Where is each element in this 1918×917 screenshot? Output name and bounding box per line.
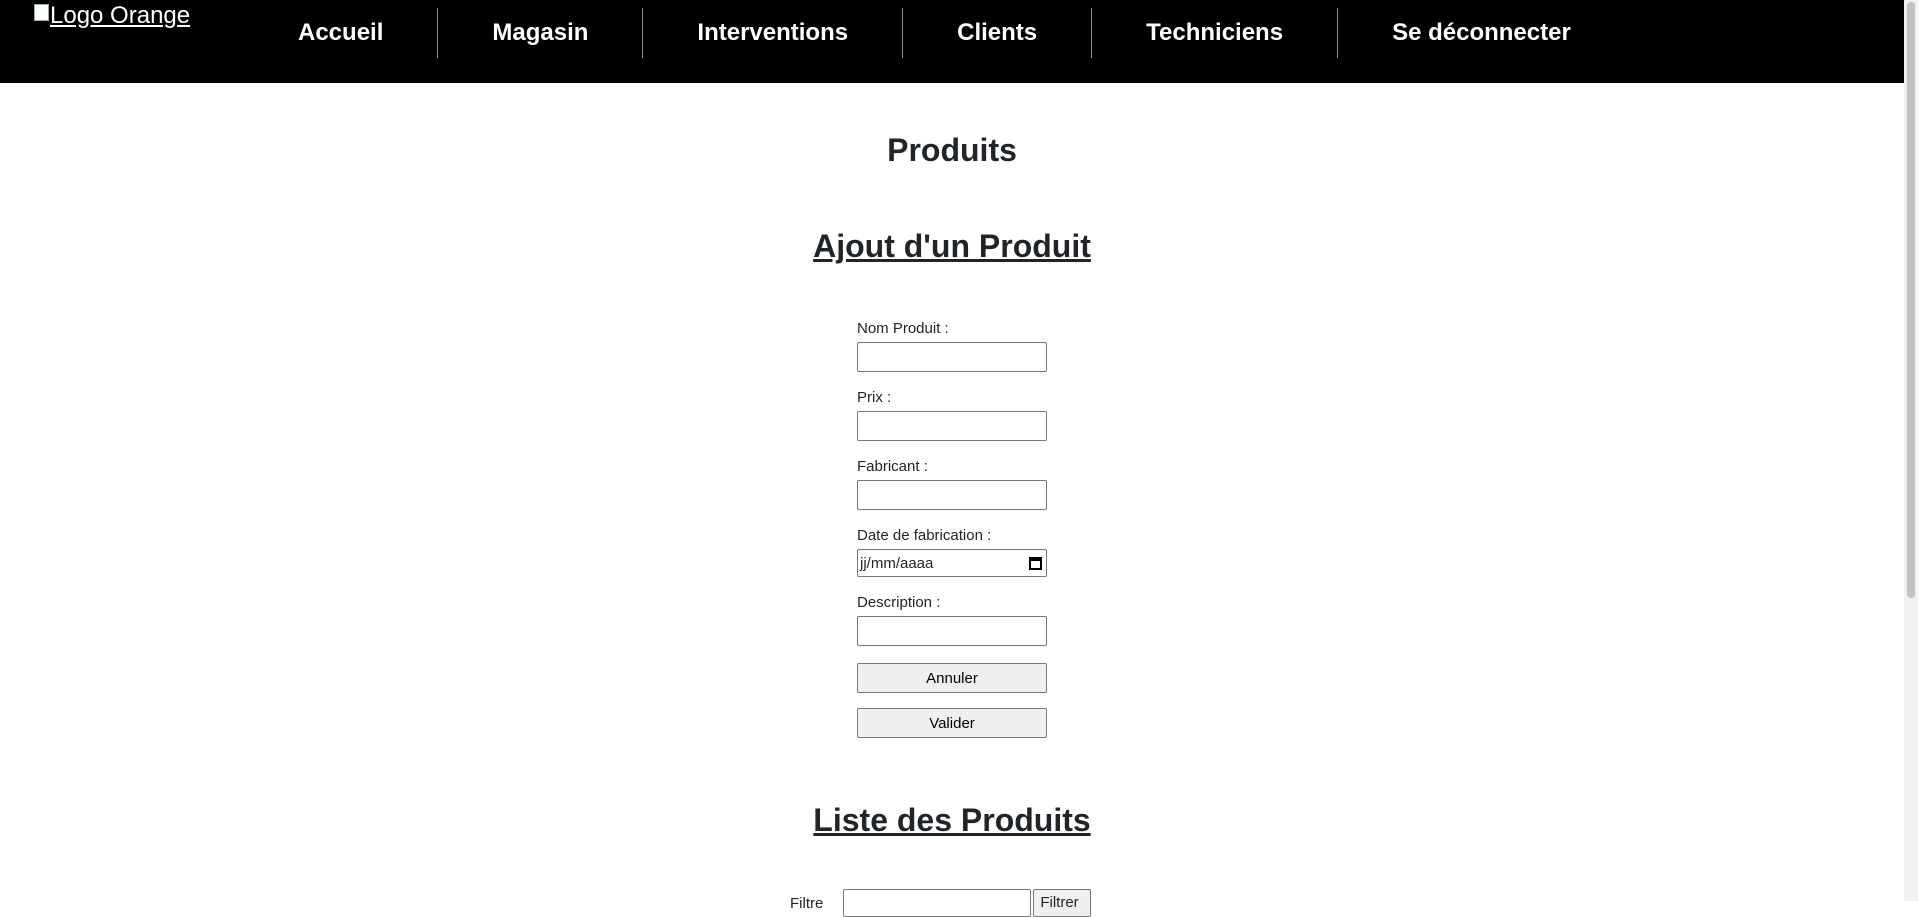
field-manufacture-date: Date de fabrication : jj/mm/aaaa [857, 527, 1047, 577]
description-input[interactable] [857, 616, 1047, 646]
nav-item-logout[interactable]: Se déconnecter [1338, 8, 1625, 58]
nav-item-magasin[interactable]: Magasin [438, 8, 642, 58]
manufacture-date-input[interactable]: jj/mm/aaaa [857, 549, 1047, 577]
product-name-label: Nom Produit : [857, 320, 949, 337]
logo-link[interactable]: Logo Orange [34, 2, 190, 30]
add-product-title: Ajout d'un Produit [813, 228, 1091, 264]
nav-item-accueil[interactable]: Accueil [244, 8, 437, 58]
product-list-title: Liste des Produits [813, 802, 1091, 838]
submit-button[interactable]: Valider [857, 708, 1047, 738]
field-product-name: Nom Produit : [857, 320, 1047, 372]
nav-menu: Accueil Magasin Interventions Clients Te… [244, 0, 1625, 66]
filter-input[interactable] [843, 889, 1032, 917]
field-description: Description : [857, 594, 1047, 646]
filter-row: Filtre Filtrer [790, 889, 1092, 917]
logo-alt-text: Logo Orange [50, 2, 191, 29]
broken-image-icon [34, 3, 49, 21]
manufacturer-input[interactable] [857, 480, 1047, 510]
field-price: Prix : [857, 389, 1047, 441]
description-label: Description : [857, 594, 941, 611]
date-placeholder: jj/mm/aaaa [860, 554, 934, 572]
add-product-form: Nom Produit : Prix : Fabricant : Date de… [857, 320, 1047, 753]
calendar-icon[interactable] [1029, 556, 1042, 570]
cancel-button[interactable]: Annuler [857, 663, 1047, 693]
manufacturer-label: Fabricant : [857, 458, 928, 475]
page-scrollbar[interactable] [1904, 0, 1918, 901]
manufacture-date-label: Date de fabrication : [857, 527, 992, 544]
price-label: Prix : [857, 389, 892, 406]
page-title: Produits [887, 132, 1017, 168]
scrollbar-thumb[interactable] [1907, 2, 1915, 598]
filter-button[interactable]: Filtrer [1033, 889, 1092, 917]
field-manufacturer: Fabricant : [857, 458, 1047, 510]
filter-label: Filtre [790, 895, 824, 912]
nav-item-clients[interactable]: Clients [903, 8, 1091, 58]
price-input[interactable] [857, 411, 1047, 441]
product-name-input[interactable] [857, 342, 1047, 372]
nav-item-techniciens[interactable]: Techniciens [1092, 8, 1337, 58]
nav-item-interventions[interactable]: Interventions [643, 8, 902, 58]
top-navbar: Logo Orange Accueil Magasin Intervention… [0, 0, 1904, 83]
